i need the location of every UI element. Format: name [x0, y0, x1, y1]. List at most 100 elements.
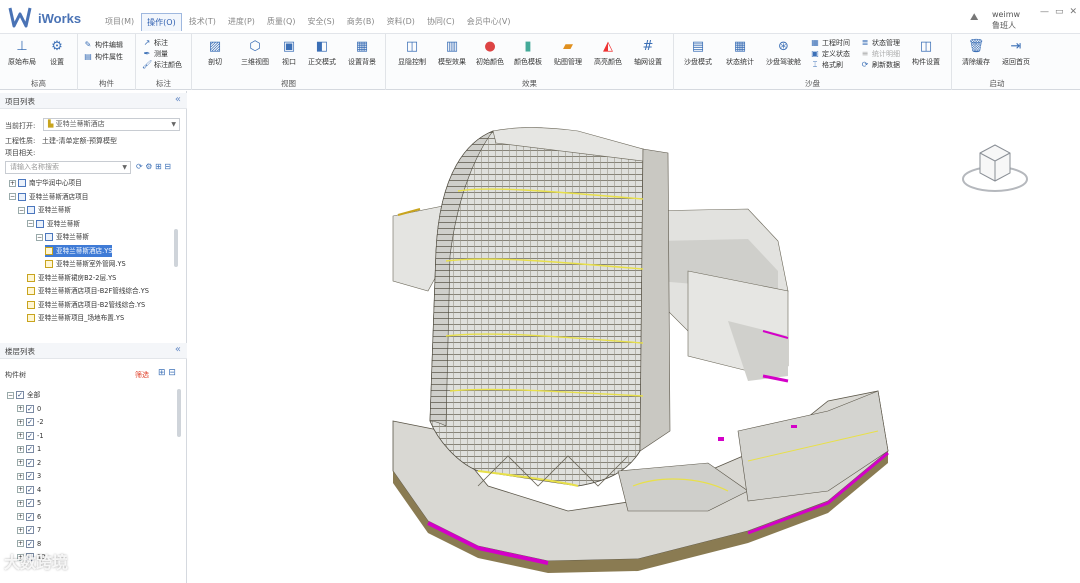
init-color-button[interactable]: ● 初始颜色 [476, 38, 504, 67]
project-tree-node[interactable]: − 亚特兰蒂斯 [27, 218, 80, 230]
menu-item[interactable]: 质量(Q) [262, 13, 301, 31]
component-settings-button[interactable]: ◫ 构件设置 [912, 38, 940, 67]
expand-toggle-icon[interactable]: + [17, 540, 24, 547]
floor-tree-node[interactable]: − ✓ 全部 [7, 389, 40, 401]
menu-item[interactable]: 操作(O) [141, 13, 182, 31]
project-tree-node[interactable]: + 南宁华润中心项目 [9, 177, 82, 189]
floor-tree-scrollbar[interactable] [177, 389, 181, 437]
model-viewport[interactable] [188, 91, 1080, 583]
floor-tree-node[interactable]: + ✓ 2 [17, 457, 41, 469]
project-tree-node[interactable]: 亚特兰蒂斯裙房B2-2层.YS [27, 272, 116, 284]
menu-item[interactable]: 技术(T) [184, 13, 221, 31]
filter-link[interactable]: 筛选 [135, 370, 149, 380]
floor-tree-node[interactable]: + ✓ -1 [17, 430, 44, 442]
status-stat-button[interactable]: ▦ 状态统计 [726, 38, 754, 67]
floor-tree-node[interactable]: + ✓ 0 [17, 403, 41, 415]
settings-button[interactable]: ⚙ 设置 [48, 38, 66, 67]
component-property-button[interactable]: ▤ 构件属性 [83, 52, 123, 62]
menu-item[interactable]: 协同(C) [422, 13, 460, 31]
expand-toggle-icon[interactable]: − [36, 233, 43, 241]
floor-tree-node[interactable]: + ✓ 7 [17, 524, 41, 536]
floor-tree-node[interactable]: + ✓ 1 [17, 443, 41, 455]
plan-time-button[interactable]: ▦ 工程时间 [810, 38, 850, 48]
floor-tree-node[interactable]: + ✓ 8 [17, 538, 41, 550]
collapse-icon[interactable]: « [175, 94, 181, 105]
sandbox-mode-button[interactable]: ▤ 沙盘模式 [684, 38, 712, 67]
floor-tree-node[interactable]: + ✓ -2 [17, 416, 44, 428]
collapse-all-icon[interactable]: ⊟ [164, 162, 171, 171]
checkbox[interactable]: ✓ [26, 539, 34, 548]
refresh-data-button[interactable]: ⟳ 刷新数据 [860, 60, 900, 70]
display-control-button[interactable]: ◫ 显隐控制 [398, 38, 426, 67]
project-tree-node[interactable]: 亚特兰蒂斯酒店项目-B2管线综合.YS [27, 299, 145, 311]
minimize-button[interactable]: — [1040, 7, 1049, 17]
view3d-button[interactable]: ⬡ 三维视图 [241, 38, 269, 67]
project-tree-node[interactable]: − 亚特兰蒂斯 [18, 204, 71, 216]
project-tree-node[interactable]: − 亚特兰蒂斯酒店项目 [9, 191, 88, 203]
floor-tree-node[interactable]: + ✓ 3 [17, 470, 41, 482]
background-button[interactable]: ▦ 设置背景 [348, 38, 376, 67]
ortho-button[interactable]: ◧ 正交模式 [308, 38, 336, 67]
restore-button[interactable]: ▭ [1055, 7, 1064, 17]
expand-toggle-icon[interactable]: + [17, 499, 24, 507]
project-tree-node[interactable]: − 亚特兰蒂斯 [36, 231, 89, 243]
highlight-color-button[interactable]: ◭ 高亮颜色 [594, 38, 622, 67]
section-button[interactable]: ▨ 剖切 [206, 38, 224, 67]
collapse-icon[interactable]: « [175, 344, 181, 355]
project-search-input[interactable]: 请输入名称搜索 ▼ [5, 161, 131, 174]
checkbox[interactable]: ✓ [26, 404, 34, 413]
expand-toggle-icon[interactable]: + [17, 418, 24, 426]
floor-tree-node[interactable]: + ✓ 6 [17, 511, 41, 523]
status-management-button[interactable]: ≣ 状态管理 [860, 38, 900, 48]
menu-item[interactable]: 进度(P) [223, 13, 260, 31]
expand-toggle-icon[interactable]: + [17, 486, 24, 493]
floor-tree-node[interactable]: + ✓ 5 [17, 497, 41, 509]
texture-button[interactable]: ▰ 贴图管理 [554, 38, 582, 67]
building-model-3d[interactable] [188, 91, 1080, 583]
expand-toggle-icon[interactable]: + [17, 405, 24, 412]
close-button[interactable]: ✕ [1070, 7, 1078, 17]
current-project-select[interactable]: ▙ 亚特兰蒂斯酒店 ▼ [43, 118, 180, 131]
refresh-icon[interactable]: ⟳ [136, 162, 143, 171]
measure-button[interactable]: ✒ 测量 [142, 49, 168, 59]
expand-all-icon[interactable]: ⊞ [155, 162, 162, 171]
expand-toggle-icon[interactable]: − [18, 206, 25, 214]
expand-toggle-icon[interactable]: − [27, 220, 34, 227]
expand-all-icon[interactable]: ⊞ [158, 368, 166, 378]
menu-item[interactable]: 资料(D) [382, 13, 420, 31]
expand-toggle-icon[interactable]: − [9, 193, 16, 200]
axis-button[interactable]: # 轴网设置 [634, 38, 662, 67]
expand-toggle-icon[interactable]: − [7, 391, 14, 399]
menu-item[interactable]: 商务(B) [342, 13, 380, 31]
format-brush-button[interactable]: ⌶ 格式刷 [810, 60, 843, 70]
checkbox[interactable]: ✓ [26, 458, 34, 467]
model-effect-button[interactable]: ▥ 模型效果 [438, 38, 466, 67]
expand-toggle-icon[interactable]: + [17, 432, 24, 439]
menu-item[interactable]: 项目(M) [100, 13, 139, 31]
color-template-button[interactable]: ▮ 颜色模板 [514, 38, 542, 67]
floor-tree-node[interactable]: + ✓ 4 [17, 484, 41, 496]
checkbox[interactable]: ✓ [26, 512, 34, 521]
checkbox[interactable]: ✓ [16, 391, 24, 399]
origin-layout-button[interactable]: ⊥ 原始布局 [8, 38, 36, 67]
menu-item[interactable]: 安全(S) [302, 13, 339, 31]
viewport-button[interactable]: ▣ 视口 [280, 38, 298, 67]
user-info[interactable]: ⛰ weimw 鲁班人 [968, 9, 1038, 30]
mark-button[interactable]: ↗ 标注 [142, 38, 168, 48]
component-edit-button[interactable]: ✎ 构件编辑 [83, 40, 123, 50]
expand-toggle-icon[interactable]: + [17, 459, 24, 466]
home-button[interactable]: ⇥ 返回首页 [1002, 38, 1030, 67]
sandbox-cockpit-button[interactable]: ⊛ 沙盘驾驶舱 [766, 38, 801, 67]
checkbox[interactable]: ✓ [26, 431, 34, 440]
mark-color-button[interactable]: 🖌 标注颜色 [142, 60, 182, 70]
gear-icon[interactable]: ⚙ [145, 162, 152, 171]
project-tree-node[interactable]: 亚特兰蒂斯项目_场地布置.YS [27, 312, 124, 324]
checkbox[interactable]: ✓ [26, 445, 34, 453]
expand-toggle-icon[interactable]: + [9, 179, 16, 187]
clear-cache-button[interactable]: 🗑 清除缓存 [962, 38, 990, 67]
view-cube-navigator[interactable] [960, 131, 1030, 201]
stat-detail-button[interactable]: ≡ 统计明细 [860, 49, 900, 59]
project-tree-node[interactable]: 亚特兰蒂斯酒店.YS [45, 244, 113, 257]
project-tree-node[interactable]: 亚特兰蒂斯室外管网.YS [45, 258, 126, 270]
checkbox[interactable]: ✓ [26, 499, 34, 507]
